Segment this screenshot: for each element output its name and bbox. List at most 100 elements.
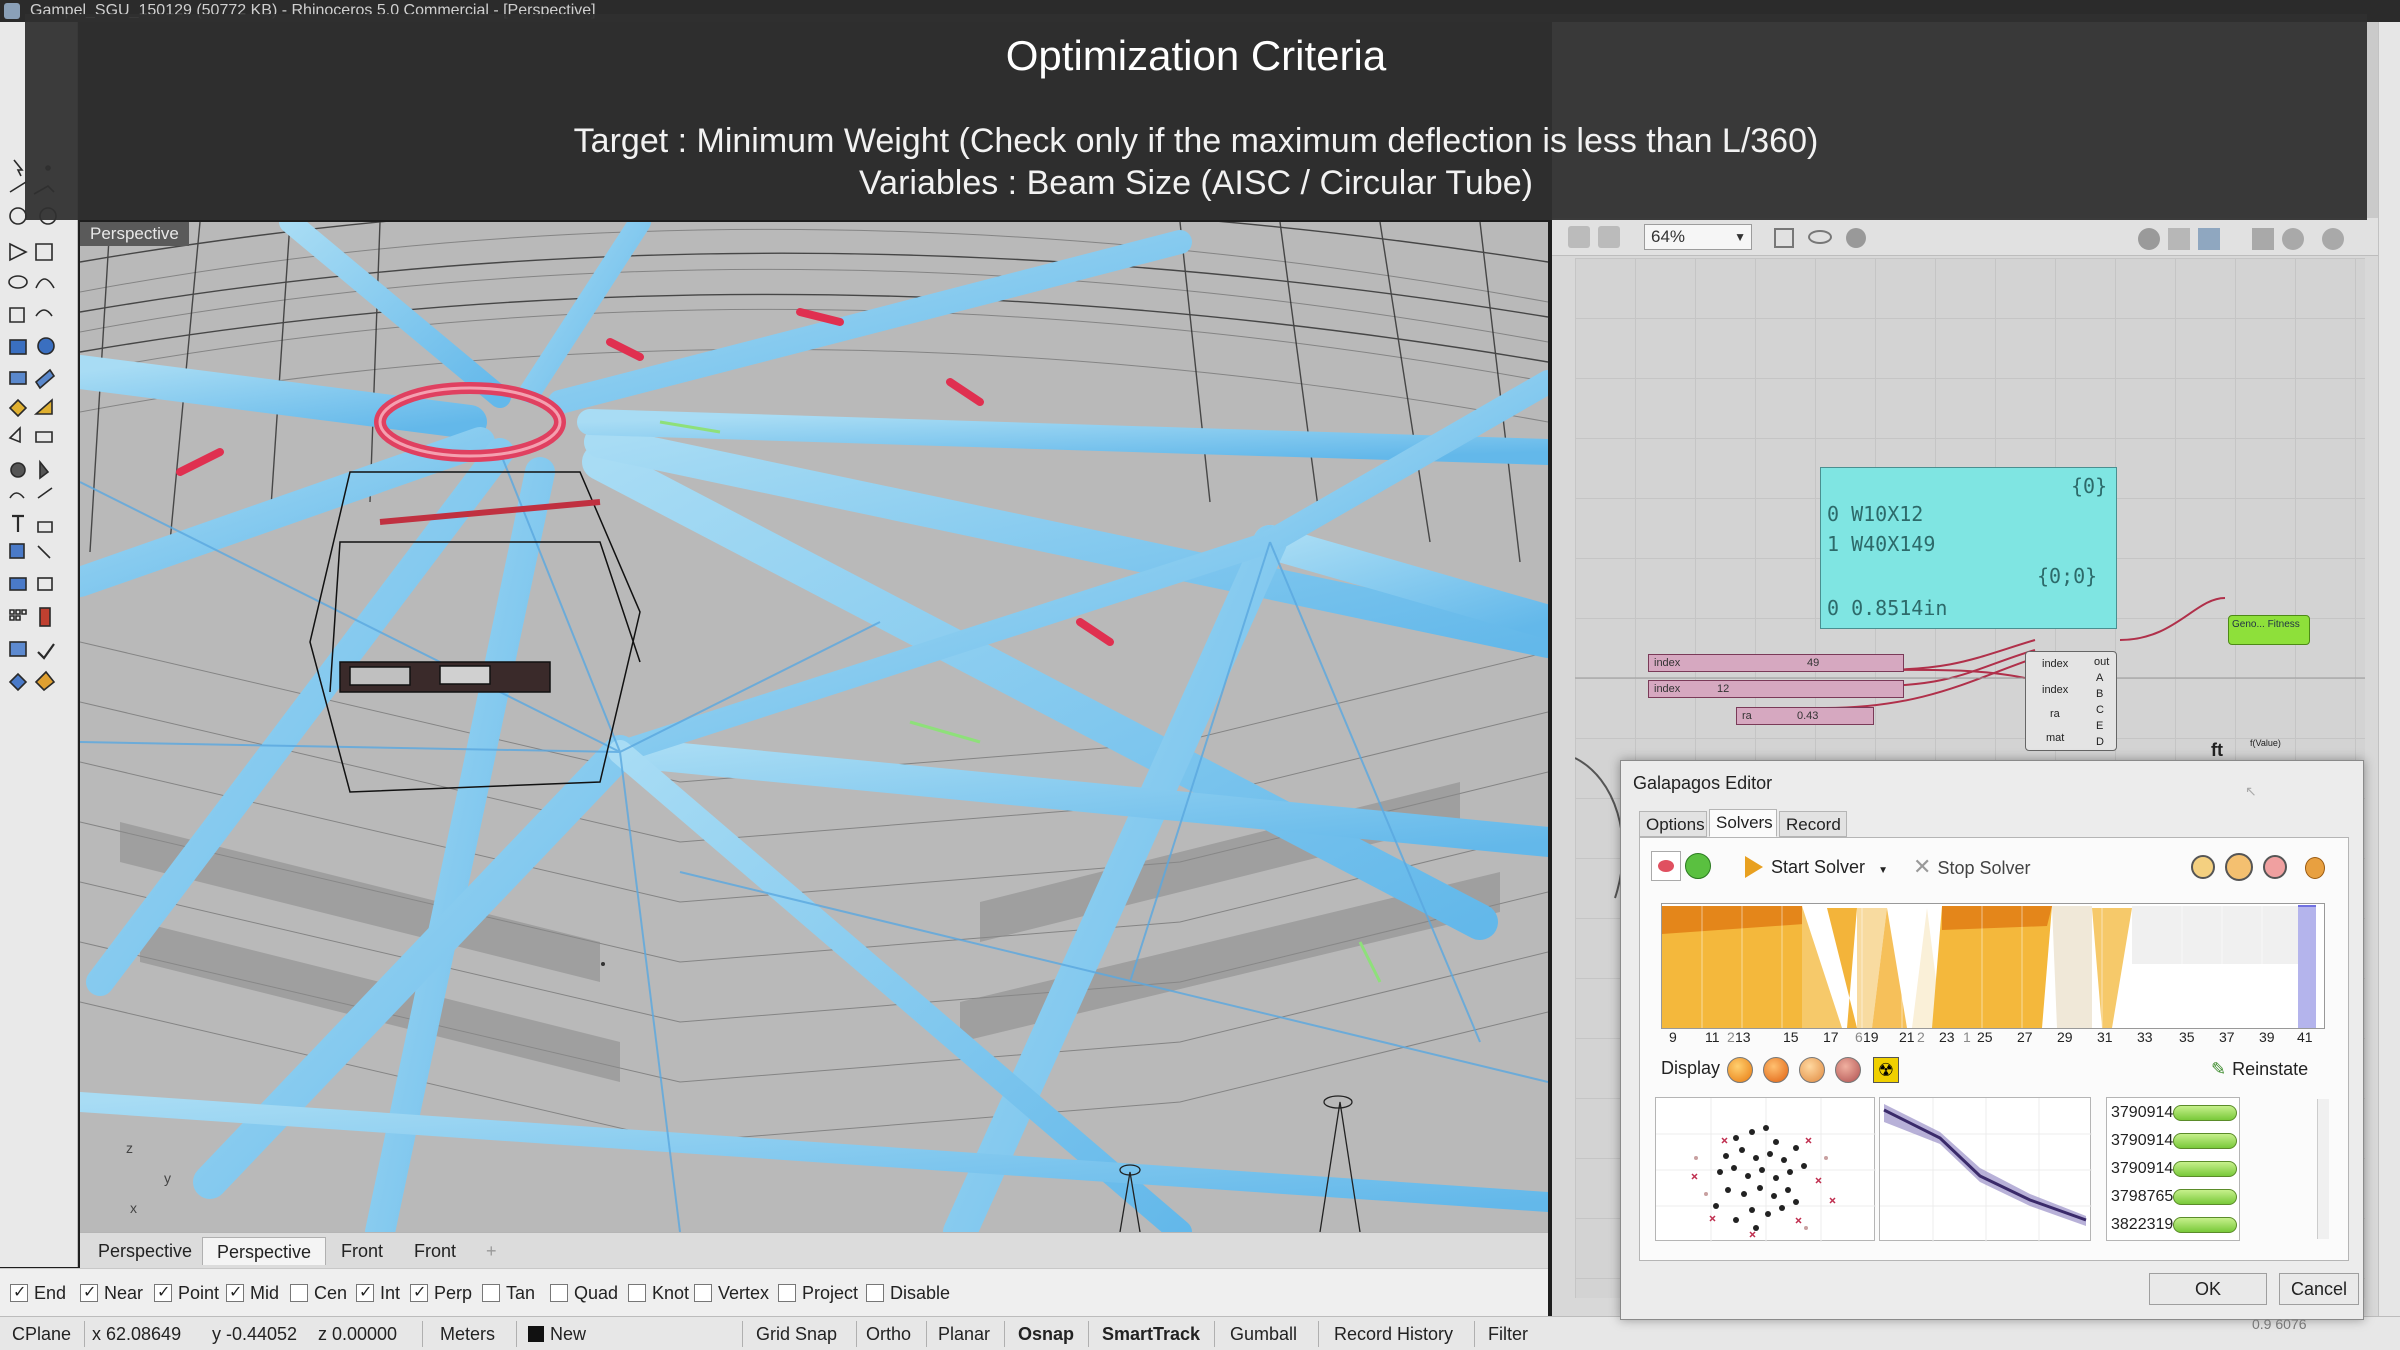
stop-solver-button[interactable]: ✕ Stop Solver (1913, 853, 2031, 882)
add-viewport-tab-icon[interactable]: + (472, 1237, 511, 1265)
tab-front-1[interactable]: Front (327, 1237, 397, 1265)
galapagos-component[interactable]: Geno... Fitness (2228, 615, 2310, 645)
ok-button[interactable]: OK (2149, 1273, 2267, 1305)
preview-wire-icon[interactable] (2138, 228, 2160, 250)
mesh-quality-icon[interactable] (2252, 228, 2274, 250)
speed-icon[interactable] (2225, 853, 2253, 881)
layer-indicator[interactable]: New (528, 1323, 586, 1345)
ortho-toggle[interactable]: Ortho (866, 1323, 911, 1345)
tab-options[interactable]: Options (1639, 811, 1707, 837)
smarttrack-toggle[interactable]: SmartTrack (1102, 1323, 1200, 1345)
osnap-disable[interactable]: Disable (866, 1282, 950, 1304)
egg-icon[interactable] (2305, 857, 2325, 879)
cluster-component[interactable]: index index ra mat out A B C E D (2025, 651, 2117, 751)
osnap-cen-label: Cen (314, 1283, 348, 1303)
record-history-toggle[interactable]: Record History (1334, 1323, 1453, 1345)
units-label[interactable]: Meters (440, 1323, 495, 1345)
zoom-extents-icon[interactable] (1774, 228, 1794, 248)
gumball-toggle[interactable]: Gumball (1230, 1323, 1297, 1345)
osnap-perp[interactable]: Perp (410, 1282, 472, 1304)
timer-icon[interactable] (2191, 855, 2215, 879)
slider-1-label: index (1654, 657, 1681, 669)
genome-row-3[interactable]: 3790914... (2111, 1156, 2237, 1182)
genome-bar-1 (2173, 1105, 2237, 1121)
reinstate-button[interactable]: ✎ Reinstate (2211, 1055, 2308, 1083)
gauge-icon[interactable] (2263, 855, 2287, 879)
cancel-button[interactable]: Cancel (2279, 1273, 2359, 1305)
preview-eye-icon[interactable] (1808, 230, 1832, 244)
osnap-vertex-checkbox[interactable] (694, 1284, 712, 1302)
display-mode-2-icon[interactable] (1763, 1057, 1789, 1083)
save-file-icon[interactable] (1598, 226, 1620, 248)
sketch-icon[interactable] (1846, 228, 1866, 248)
osnap-near[interactable]: Near (80, 1282, 143, 1304)
caption-title: Optimization Criteria (1005, 32, 1387, 79)
perspective-viewport[interactable] (80, 222, 1548, 1232)
radius-slider[interactable]: ra 0.43 (1736, 707, 1874, 725)
tab-front-2[interactable]: Front (400, 1237, 470, 1265)
slider-3-value: 0.43 (1797, 710, 1819, 722)
osnap-project[interactable]: Project (778, 1282, 858, 1304)
chevron-down-icon: ▼ (1878, 865, 1888, 876)
osnap-tan-checkbox[interactable] (482, 1284, 500, 1302)
solver-settings-icon[interactable] (1651, 851, 1681, 881)
resize-grip-icon[interactable]: ↖ (2245, 783, 2259, 799)
grasshopper-scrollbar[interactable] (2378, 22, 2400, 1316)
genome-row-5[interactable]: 3822319... (2111, 1212, 2237, 1238)
osnap-end-checkbox[interactable] (10, 1282, 28, 1304)
osnap-quad[interactable]: Quad (550, 1282, 618, 1304)
solver-recycle-icon[interactable] (1685, 853, 1711, 879)
grid-snap-toggle[interactable]: Grid Snap (756, 1323, 837, 1345)
osnap-cen[interactable]: Cen (290, 1282, 347, 1304)
osnap-perp-checkbox[interactable] (410, 1282, 428, 1304)
sphere-preview-icon[interactable] (2282, 228, 2304, 250)
tab-record[interactable]: Record (1779, 811, 1847, 837)
osnap-int-checkbox[interactable] (356, 1282, 374, 1304)
text-panel[interactable]: {0} 0 W10X12 1 W40X149 {0;0} 0 0.8514in (1820, 467, 2117, 629)
osnap-tan[interactable]: Tan (482, 1282, 535, 1304)
filter-toggle[interactable]: Filter (1488, 1323, 1528, 1345)
index-slider-1[interactable]: index 49 (1648, 654, 1904, 672)
settings-icon[interactable] (2322, 228, 2344, 250)
viewport-title[interactable]: Perspective (80, 222, 189, 246)
cplane-label[interactable]: CPlane (12, 1323, 71, 1345)
osnap-mid-checkbox[interactable] (226, 1282, 244, 1304)
preview-shaded-icon[interactable] (2168, 228, 2190, 250)
display-mode-3-icon[interactable] (1799, 1057, 1825, 1083)
osnap-knot-checkbox[interactable] (628, 1284, 646, 1302)
osnap-mid[interactable]: Mid (226, 1282, 279, 1304)
osnap-near-checkbox[interactable] (80, 1282, 98, 1304)
osnap-int[interactable]: Int (356, 1282, 400, 1304)
zoom-dropdown[interactable]: 64% ▼ (1644, 224, 1752, 250)
tab-perspective-1[interactable]: Perspective (84, 1237, 206, 1265)
preview-selected-icon[interactable] (2198, 228, 2220, 250)
osnap-end[interactable]: End (10, 1282, 66, 1304)
osnap-quad-checkbox[interactable] (550, 1284, 568, 1302)
curve-icon (9, 307, 53, 323)
genome-list-scrollbar[interactable] (2317, 1099, 2329, 1239)
index-slider-2[interactable]: index 12 (1648, 680, 1904, 698)
osnap-cen-checkbox[interactable] (290, 1284, 308, 1302)
sphere-icon (37, 337, 55, 355)
osnap-disable-checkbox[interactable] (866, 1284, 884, 1302)
osnap-toggle[interactable]: Osnap (1018, 1323, 1074, 1345)
genome-row-1[interactable]: 3790914... (2111, 1100, 2237, 1126)
tab-perspective-2[interactable]: Perspective (202, 1237, 327, 1265)
genome-row-4[interactable]: 3798765... (2111, 1184, 2237, 1210)
genome-row-2[interactable]: 3790914... (2111, 1128, 2237, 1154)
planar-toggle[interactable]: Planar (938, 1323, 990, 1345)
open-file-icon[interactable] (1568, 226, 1590, 248)
osnap-project-checkbox[interactable] (778, 1284, 796, 1302)
display-mode-1-icon[interactable] (1727, 1057, 1753, 1083)
slider-1-value: 49 (1807, 657, 1820, 669)
start-solver-button[interactable]: Start Solver ▼ (1745, 853, 1888, 885)
osnap-vertex[interactable]: Vertex (694, 1282, 769, 1304)
osnap-point[interactable]: Point (154, 1282, 219, 1304)
osnap-knot[interactable]: Knot (628, 1282, 689, 1304)
tab-solvers[interactable]: Solvers (1709, 809, 1777, 837)
radiation-icon[interactable]: ☢ (1873, 1057, 1899, 1083)
display-mode-4-icon[interactable] (1835, 1057, 1861, 1083)
genome-list[interactable]: 3790914... 3790914... 3790914... 3798765… (2106, 1097, 2240, 1241)
osnap-point-checkbox[interactable] (154, 1282, 172, 1304)
cluster-output-4: E (2096, 720, 2104, 732)
